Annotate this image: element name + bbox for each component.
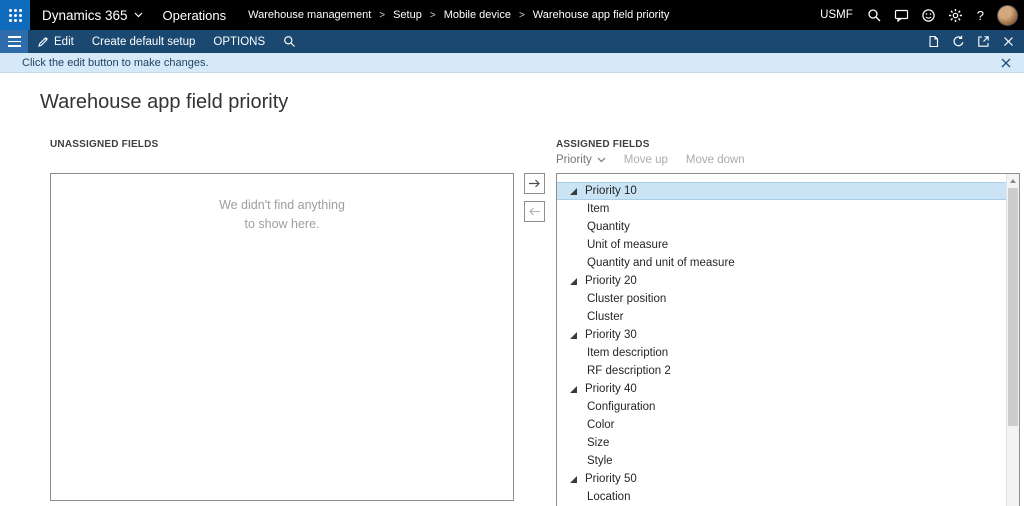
smiley-icon[interactable]: [921, 7, 937, 23]
options-menu-button[interactable]: OPTIONS: [204, 30, 274, 53]
attachments-icon[interactable]: [924, 32, 943, 51]
tree-item-row[interactable]: Item: [557, 200, 1006, 218]
tree-group-row[interactable]: Priority 30: [557, 326, 1006, 344]
assigned-toolbar: Priority Move up Move down: [556, 154, 745, 166]
popout-icon[interactable]: [974, 32, 993, 51]
tree-group-label: Priority 30: [585, 329, 637, 341]
topbar-right-controls: USMF ?: [820, 5, 1024, 26]
waffle-icon: [9, 9, 22, 22]
breadcrumb-separator: >: [379, 10, 385, 21]
company-selector[interactable]: USMF: [820, 9, 853, 21]
breadcrumb-item[interactable]: Warehouse management: [248, 9, 371, 21]
tree-item-row[interactable]: Item description: [557, 344, 1006, 362]
options-label: OPTIONS: [213, 36, 265, 48]
tree-item-row[interactable]: Configuration: [557, 398, 1006, 416]
nav-menu-toggle-button[interactable]: [0, 30, 28, 53]
breadcrumb-item[interactable]: Mobile device: [444, 9, 511, 21]
tree-group-label: Priority 10: [585, 185, 637, 197]
empty-state-line1: We didn't find anything: [51, 196, 513, 215]
breadcrumb-item[interactable]: Warehouse app field priority: [533, 9, 670, 21]
priority-dropdown-button[interactable]: Priority: [556, 154, 606, 166]
empty-state-line2: to show here.: [51, 215, 513, 234]
edit-button[interactable]: Edit: [28, 30, 83, 53]
tree-item-row[interactable]: Location: [557, 488, 1006, 506]
tree-group-label: Priority 40: [585, 383, 637, 395]
tree-group-row[interactable]: Priority 40: [557, 380, 1006, 398]
refresh-icon[interactable]: [949, 32, 968, 51]
scroll-up-arrow-icon[interactable]: [1007, 174, 1019, 187]
notification-close-icon[interactable]: [998, 55, 1014, 71]
tree-item-row[interactable]: Quantity: [557, 218, 1006, 236]
page-search-button[interactable]: [274, 30, 305, 53]
transfer-buttons: [524, 173, 545, 222]
vertical-scrollbar[interactable]: [1006, 174, 1019, 506]
action-pane: Edit Create default setup OPTIONS: [0, 30, 1024, 53]
priority-dropdown-label: Priority: [556, 154, 592, 166]
tree-item-row[interactable]: Size: [557, 434, 1006, 452]
create-default-setup-button[interactable]: Create default setup: [83, 30, 205, 53]
close-icon[interactable]: [999, 32, 1018, 51]
search-icon[interactable]: [867, 7, 883, 23]
unassigned-fields-label: UNASSIGNED FIELDS: [50, 139, 158, 150]
search-icon: [283, 35, 296, 48]
tree-item-row[interactable]: Quantity and unit of measure: [557, 254, 1006, 272]
tree-group-label: Priority 50: [585, 473, 637, 485]
chevron-down-icon: [597, 157, 606, 163]
tree-item-row[interactable]: Style: [557, 452, 1006, 470]
page-title: Warehouse app field priority: [40, 91, 288, 114]
assigned-tree: Priority 10 ItemQuantityUnit of measureQu…: [557, 174, 1006, 506]
tree-group-label: Priority 20: [585, 275, 637, 287]
arrow-right-icon: [528, 179, 541, 188]
expander-icon[interactable]: [570, 332, 577, 339]
tree-item-row[interactable]: Cluster: [557, 308, 1006, 326]
breadcrumb: Warehouse management > Setup > Mobile device…: [248, 9, 669, 21]
expander-icon[interactable]: [570, 278, 577, 285]
breadcrumb-item[interactable]: Setup: [393, 9, 422, 21]
tree-group-row[interactable]: Priority 10: [557, 182, 1006, 200]
tree-group-row[interactable]: Priority 50: [557, 470, 1006, 488]
edit-button-label: Edit: [54, 36, 74, 48]
notification-message: Click the edit button to make changes.: [22, 57, 209, 69]
unassign-left-button[interactable]: [524, 201, 545, 222]
create-default-setup-label: Create default setup: [92, 36, 196, 48]
tree-group-row[interactable]: Priority 20: [557, 272, 1006, 290]
scrollbar-thumb[interactable]: [1008, 188, 1018, 426]
expander-icon[interactable]: [570, 188, 577, 195]
avatar[interactable]: [997, 5, 1018, 26]
tree-item-row[interactable]: Cluster position: [557, 290, 1006, 308]
settings-gear-icon[interactable]: [948, 7, 964, 23]
notification-bar: Click the edit button to make changes.: [0, 53, 1024, 73]
arrow-left-icon: [528, 207, 541, 216]
feedback-icon[interactable]: [894, 7, 910, 23]
product-menu[interactable]: Dynamics 365: [42, 8, 143, 23]
assigned-fields-list: Priority 10 ItemQuantityUnit of measureQu…: [556, 173, 1020, 506]
page-content: Warehouse app field priority UNASSIGNED …: [0, 73, 1024, 506]
breadcrumb-separator: >: [519, 10, 525, 21]
breadcrumb-separator: >: [430, 10, 436, 21]
app-name[interactable]: Operations: [163, 8, 227, 23]
top-navigation-bar: Dynamics 365 Operations Warehouse manage…: [0, 0, 1024, 30]
tree-item-row[interactable]: RF description 2: [557, 362, 1006, 380]
move-up-button[interactable]: Move up: [624, 154, 668, 166]
pencil-icon: [37, 36, 49, 48]
app-launcher-waffle-button[interactable]: [0, 0, 30, 30]
assigned-fields-label: ASSIGNED FIELDS: [556, 139, 650, 150]
expander-icon[interactable]: [570, 386, 577, 393]
help-icon[interactable]: ?: [975, 8, 986, 23]
unassigned-fields-list[interactable]: We didn't find anything to show here.: [50, 173, 514, 501]
assign-right-button[interactable]: [524, 173, 545, 194]
hamburger-icon: [8, 36, 21, 47]
empty-state-message: We didn't find anything to show here.: [51, 196, 513, 235]
tree-item-row[interactable]: Unit of measure: [557, 236, 1006, 254]
tree-item-row[interactable]: Color: [557, 416, 1006, 434]
move-down-button[interactable]: Move down: [686, 154, 745, 166]
expander-icon[interactable]: [570, 476, 577, 483]
action-pane-right-controls: [924, 32, 1024, 51]
product-name: Dynamics 365: [42, 8, 128, 23]
chevron-down-icon: [134, 12, 143, 18]
